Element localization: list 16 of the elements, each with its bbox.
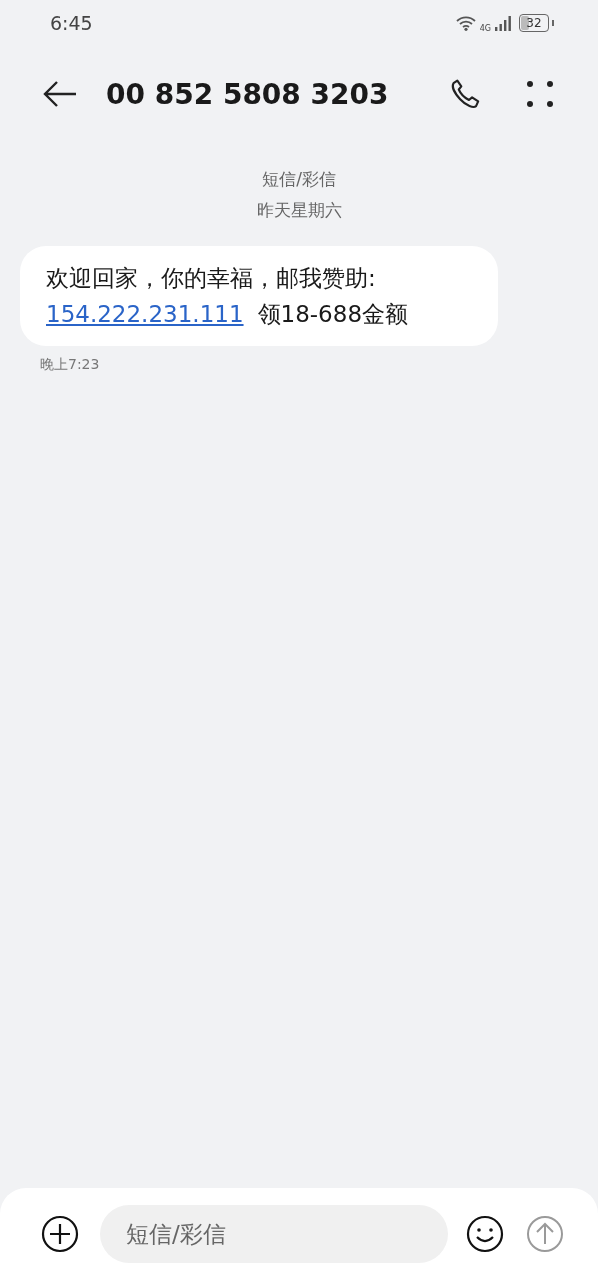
status-time: 6:45 — [50, 12, 93, 34]
add-icon[interactable] — [41, 1215, 79, 1253]
channel-label: 短信/彩信 — [262, 168, 336, 191]
signal-icon — [494, 15, 512, 31]
battery-icon: 32 — [519, 14, 549, 32]
message-link[interactable]: 154.222.231.111 — [46, 301, 244, 327]
contact-number: 00 852 5808 3203 — [106, 77, 390, 111]
back-icon[interactable] — [42, 79, 78, 109]
emoji-icon[interactable] — [466, 1215, 504, 1253]
wifi-icon — [454, 15, 477, 31]
message-time: 晚上7:23 — [40, 356, 101, 374]
message-bubble: 欢迎回家，你的幸福，邮我赞助: 154.222.231.111 领18-688金额 — [20, 246, 498, 346]
more-icon[interactable] — [526, 80, 554, 108]
date-label: 昨天星期六 — [256, 199, 342, 222]
network-type: 4G — [479, 23, 491, 33]
message-input[interactable]: 短信/彩信 — [100, 1205, 448, 1263]
